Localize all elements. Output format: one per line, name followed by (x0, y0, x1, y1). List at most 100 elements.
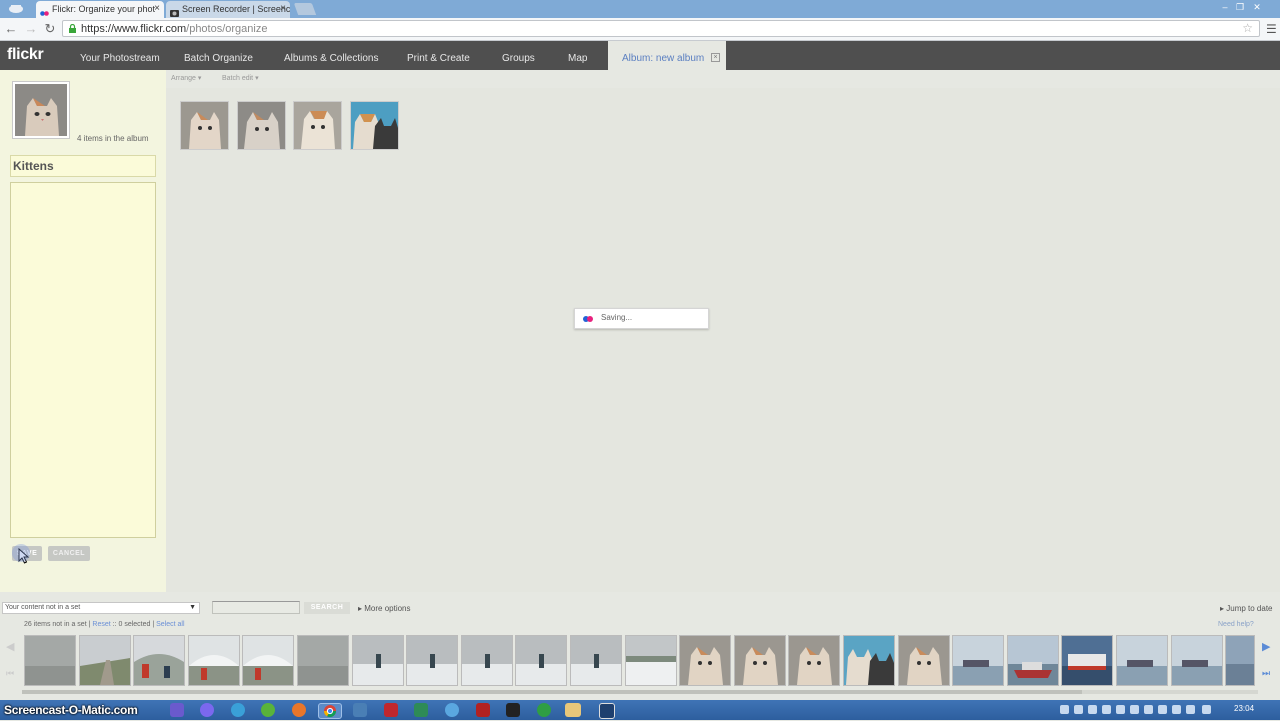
jump-to-date-link[interactable]: ▸ Jump to date (1220, 604, 1273, 613)
taskbar-app-icon[interactable] (445, 703, 459, 717)
filmstrip-thumbnail[interactable] (1225, 635, 1256, 686)
taskbar-app-icon[interactable] (414, 703, 428, 717)
filmstrip-search-input[interactable] (212, 601, 300, 614)
tray-icon[interactable] (1172, 705, 1181, 714)
album-description-textarea[interactable] (10, 182, 156, 538)
filmstrip-thumbnail[interactable] (1116, 635, 1168, 686)
tab-close-icon[interactable]: × (154, 1, 160, 17)
reset-link[interactable]: Reset (92, 621, 110, 628)
filmstrip-thumbnail[interactable] (406, 635, 459, 686)
address-bar[interactable]: https://www.flickr.com/photos/organize ☆ (62, 20, 1260, 37)
more-options-link[interactable]: ▸ More options (358, 604, 411, 613)
filmstrip-thumbnail[interactable] (897, 635, 950, 686)
filmstrip-thumbnail[interactable] (515, 635, 568, 686)
need-help-link[interactable]: Need help? (1218, 621, 1254, 628)
taskbar-app-icon[interactable] (353, 703, 367, 717)
close-album-tab-icon[interactable]: × (711, 53, 720, 62)
scroll-right-icon[interactable]: ▶ (1262, 640, 1270, 653)
filmstrip-thumbnail[interactable] (78, 635, 131, 686)
taskbar-app-icon[interactable] (476, 703, 490, 717)
select-all-link[interactable]: Select all (156, 621, 184, 628)
filmstrip-thumbnail[interactable] (624, 635, 677, 686)
tray-icon[interactable] (1144, 705, 1153, 714)
filmstrip-thumbnail[interactable] (1061, 635, 1114, 686)
new-tab-button[interactable] (293, 3, 317, 15)
greenhouse-photo-icon (188, 636, 239, 685)
taskbar-app-icon[interactable] (537, 703, 551, 717)
filmstrip-thumbnail[interactable] (570, 635, 622, 686)
tab-screen-recorder[interactable]: Screen Recorder | Screenc × (166, 1, 290, 18)
reload-icon[interactable]: ↻ (42, 21, 58, 37)
back-arrow-icon[interactable]: ← (3, 21, 19, 37)
filmstrip-thumbnail[interactable] (460, 635, 513, 686)
tab-flickr-organize[interactable]: Flickr: Organize your phot × (36, 1, 164, 18)
tray-icon[interactable] (1130, 705, 1139, 714)
tray-icon[interactable] (1102, 705, 1111, 714)
taskbar-app-icon[interactable] (231, 703, 245, 717)
album-photo-4[interactable] (350, 101, 399, 150)
restore-button[interactable]: ❐ (1233, 1, 1247, 13)
taskbar-firefox-icon[interactable] (292, 703, 306, 717)
tray-icon[interactable] (1074, 705, 1083, 714)
taskbar-app-icon[interactable] (261, 703, 275, 717)
filmstrip-thumbnail[interactable] (351, 635, 404, 686)
album-cover-thumbnail[interactable] (12, 81, 70, 139)
network-tray-icon[interactable] (1202, 705, 1211, 714)
filmstrip-thumbnail[interactable] (297, 635, 349, 686)
nav-map[interactable]: Map (568, 41, 587, 70)
browser-settings-icon[interactable]: ☰ (1266, 22, 1277, 36)
filmstrip-thumbnail[interactable] (843, 635, 895, 686)
taskbar-folder-icon[interactable] (565, 703, 581, 717)
url-text: https://www.flickr.com/photos/organize (81, 23, 268, 35)
tray-icon[interactable] (1088, 705, 1097, 714)
taskbar-chrome-icon[interactable] (318, 703, 342, 719)
filmstrip-thumbnail[interactable] (133, 635, 186, 686)
filmstrip-thumbnail[interactable] (679, 635, 732, 686)
batch-edit-menu[interactable]: Batch edit ▾ (222, 74, 259, 82)
taskbar-filezilla-icon[interactable] (384, 703, 398, 717)
bookmark-star-icon[interactable]: ☆ (1242, 21, 1253, 36)
album-photo-3[interactable] (293, 101, 342, 150)
content-filter-select[interactable]: Your content not in a set ▼ (2, 602, 200, 614)
filmstrip-thumbnail[interactable] (788, 635, 841, 686)
album-photo-2[interactable] (237, 101, 286, 150)
taskbar-app-icon[interactable] (170, 703, 184, 717)
nav-groups[interactable]: Groups (502, 41, 535, 70)
arrange-menu[interactable]: Arrange ▾ (171, 74, 201, 82)
tab-label: Screen Recorder | Screenc (182, 4, 290, 14)
forward-arrow-icon[interactable]: → (23, 21, 39, 37)
taskbar-app-icon[interactable] (506, 703, 520, 717)
flickr-logo[interactable]: flickr (7, 46, 44, 64)
tray-icon[interactable] (1116, 705, 1125, 714)
browser-menu-icon[interactable] (8, 3, 24, 14)
nav-batch-organize[interactable]: Batch Organize (184, 41, 253, 70)
scroll-start-icon[interactable]: ⏮ (6, 668, 14, 679)
filmstrip-thumbnail[interactable] (733, 635, 786, 686)
album-drop-area[interactable] (166, 88, 1280, 592)
filmstrip-thumbnail[interactable] (242, 635, 295, 686)
taskbar-app-icon[interactable] (599, 703, 615, 719)
nav-print-create[interactable]: Print & Create (407, 41, 470, 70)
album-photo-1[interactable] (180, 101, 229, 150)
close-window-button[interactable]: ✕ (1250, 1, 1264, 13)
scroll-left-icon[interactable]: ◀ (6, 640, 14, 653)
tab-album-new-album[interactable]: Album: new album × (608, 41, 726, 70)
filmstrip-thumbnail[interactable] (187, 635, 240, 686)
nav-albums-collections[interactable]: Albums & Collections (284, 41, 378, 70)
filmstrip-thumbnail[interactable] (24, 635, 76, 686)
taskbar-app-icon[interactable] (200, 703, 214, 717)
nav-your-photostream[interactable]: Your Photostream (80, 41, 160, 70)
tray-icon[interactable] (1186, 705, 1195, 714)
tab-close-icon[interactable]: × (280, 1, 286, 17)
filmstrip-thumbnail[interactable] (952, 635, 1005, 686)
search-button[interactable]: SEARCH (304, 602, 350, 614)
tray-icon[interactable] (1060, 705, 1069, 714)
scroll-end-icon[interactable]: ⏭ (1262, 668, 1270, 679)
album-title-input[interactable]: Kittens (10, 155, 156, 177)
tray-icon[interactable] (1158, 705, 1167, 714)
minimize-button[interactable]: ‒ (1218, 1, 1232, 13)
filmstrip-scrollbar-thumb[interactable] (22, 690, 1082, 694)
cancel-button[interactable]: CANCEL (48, 546, 90, 561)
filmstrip-thumbnail[interactable] (1006, 635, 1059, 686)
filmstrip-thumbnail[interactable] (1170, 635, 1223, 686)
